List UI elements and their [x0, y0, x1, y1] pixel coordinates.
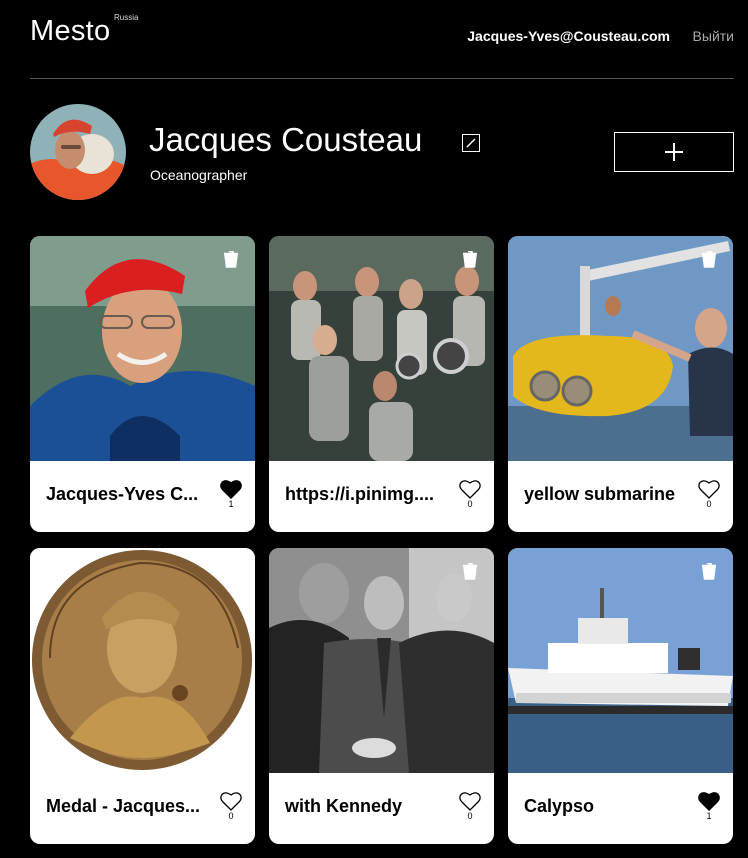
- like-count: 1: [706, 811, 712, 821]
- like-button[interactable]: [459, 791, 481, 811]
- delete-card-button[interactable]: [701, 563, 717, 580]
- card-image[interactable]: [508, 236, 733, 461]
- logo[interactable]: Mesto: [30, 15, 110, 48]
- delete-card-button[interactable]: [462, 251, 478, 268]
- like-button[interactable]: [220, 479, 242, 499]
- card: Jacques-Yves C... 1: [30, 236, 255, 532]
- card-image[interactable]: [269, 548, 494, 773]
- card-title: with Kennedy: [285, 796, 403, 816]
- like-count: 0: [228, 811, 234, 821]
- profile-job: Oceanographer: [150, 167, 248, 183]
- like-button[interactable]: [220, 791, 242, 811]
- plus-icon: [665, 143, 683, 161]
- pencil-icon: [466, 138, 476, 148]
- profile-avatar[interactable]: [30, 104, 126, 200]
- card-image[interactable]: [269, 236, 494, 461]
- card-title: https://i.pinimg....: [285, 484, 434, 504]
- header: Mesto Russia Jacques-Yves@Cousteau.com В…: [30, 0, 734, 79]
- like-count: 0: [467, 811, 473, 821]
- logout-link[interactable]: Выйти: [693, 28, 734, 44]
- profile-name: Jacques Cousteau: [149, 121, 423, 158]
- delete-card-button[interactable]: [701, 251, 717, 268]
- card: with Kennedy 0: [269, 548, 494, 844]
- card: Calypso 1: [508, 548, 733, 844]
- profile: Jacques Cousteau Oceanographer: [30, 104, 734, 204]
- card-image[interactable]: [30, 548, 255, 773]
- card-image[interactable]: [508, 548, 733, 773]
- add-card-button[interactable]: [614, 132, 734, 172]
- card-image[interactable]: [30, 236, 255, 461]
- like-button[interactable]: [698, 479, 720, 499]
- card-title: Medal - Jacques...: [46, 796, 201, 816]
- like-count: 1: [228, 499, 234, 509]
- card: Medal - Jacques... 0: [30, 548, 255, 844]
- like-button[interactable]: [698, 791, 720, 811]
- user-email: Jacques-Yves@Cousteau.com: [467, 28, 670, 44]
- like-count: 0: [467, 499, 473, 509]
- delete-card-button[interactable]: [462, 563, 478, 580]
- like-count: 0: [706, 499, 712, 509]
- logo-subtitle: Russia: [114, 13, 139, 22]
- like-button[interactable]: [459, 479, 481, 499]
- card: https://i.pinimg.... 0: [269, 236, 494, 532]
- card-title: Calypso: [524, 796, 595, 816]
- card-title: Jacques-Yves C...: [46, 484, 199, 504]
- edit-profile-button[interactable]: [462, 134, 480, 152]
- delete-card-button[interactable]: [223, 251, 239, 268]
- card: yellow submarine 0: [508, 236, 733, 532]
- card-title: yellow submarine: [524, 484, 676, 504]
